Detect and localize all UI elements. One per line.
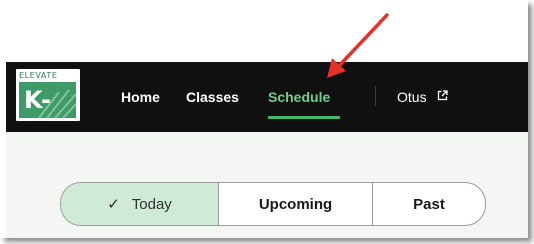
logo-top-text: ELEVATE	[19, 71, 58, 80]
filter-upcoming-button[interactable]: Upcoming	[219, 183, 373, 225]
filter-upcoming-label: Upcoming	[258, 195, 333, 213]
active-tab-underline	[268, 116, 340, 119]
filter-today-button[interactable]: ✓ Today	[61, 183, 219, 225]
schedule-content-area: ✓ Today Upcoming Past	[6, 132, 528, 238]
check-icon: ✓	[107, 196, 120, 213]
filter-today-label: Today	[131, 195, 172, 213]
external-link-icon[interactable]	[437, 90, 448, 101]
top-navbar: ELEVATE K-12 Home Classes Schedule Otus	[6, 62, 528, 132]
nav-otus-link[interactable]: Otus	[397, 89, 427, 105]
nav-divider	[375, 86, 376, 106]
logo-main-text: K-12	[24, 86, 58, 118]
filter-past-label: Past	[413, 195, 445, 213]
screenshot-frame: ELEVATE K-12 Home Classes Schedule Otus …	[0, 0, 528, 238]
nav-classes-link[interactable]: Classes	[186, 89, 239, 105]
logo-green-box: K-12	[19, 82, 76, 118]
elevate-k12-logo[interactable]: ELEVATE K-12	[16, 69, 80, 121]
schedule-filter-toggle: ✓ Today Upcoming Past	[60, 182, 486, 226]
nav-home-link[interactable]: Home	[121, 89, 160, 105]
nav-schedule-link[interactable]: Schedule	[268, 89, 330, 105]
filter-past-button[interactable]: Past	[373, 183, 485, 225]
